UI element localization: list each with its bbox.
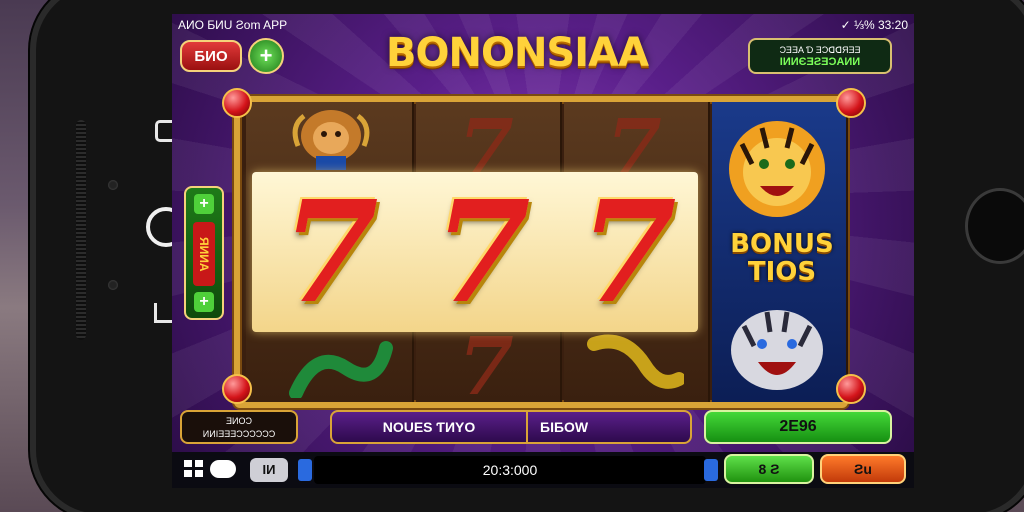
side-plus-bottom-button[interactable]: + — [194, 292, 214, 312]
white-tiger-icon — [731, 310, 823, 390]
right-arrow-icon[interactable] — [704, 459, 718, 481]
grid-menu-icon[interactable] — [184, 460, 204, 478]
seven-symbol: 7 — [433, 171, 531, 335]
bet-info-line1: ƎИOƆ — [226, 416, 252, 426]
faded-seven-bottom: 7 — [458, 319, 514, 413]
mode-bar: NOUES ƬИYO ƂIƂOW — [330, 410, 692, 444]
reel-frame: 7 7 7 7 7 7 BONUS TIOS — [234, 96, 848, 408]
menu-button[interactable]: ƂИO — [180, 40, 242, 72]
jackpot-line1: ƆƎƎA Ɗ ƎƆᗡᗡЯƎƎ — [779, 45, 861, 55]
spin-button[interactable]: Ƨu — [820, 454, 906, 484]
bet-info-box: ƎИOƆ ИИIƎƎƎƆƆƆƆƆƆ — [180, 410, 298, 444]
bonus-label: BONUS TIOS — [714, 230, 850, 286]
side-bet-label: ЯИИA — [193, 222, 215, 286]
add-coins-button[interactable]: + — [248, 38, 284, 74]
balance-display: 20:3:000 — [314, 456, 706, 484]
bet-button[interactable]: 8 Ƨ — [724, 454, 814, 484]
home-button[interactable] — [965, 188, 1024, 264]
bet-info-line2: ИИIƎƎƎƆƆƆƆƆƆ — [202, 429, 276, 439]
game-screen: AИO ƂИU Ƨom APP ✓ ⅓% 33:20 ƂИO + BONONSI… — [172, 14, 914, 488]
left-arrow-icon[interactable] — [298, 459, 312, 481]
status-left-text: AИO ƂИU Ƨom APP — [178, 18, 288, 32]
seven-symbol: 7 — [579, 171, 677, 335]
side-plus-top-button[interactable]: + — [194, 194, 214, 214]
camera-dot — [108, 180, 118, 190]
seven-symbol: 7 — [281, 171, 379, 335]
game-title: BONONSIAA — [385, 30, 649, 76]
snake-icon — [289, 341, 393, 398]
mode-left-button[interactable]: NOUES ƬИYO — [332, 412, 528, 442]
sensor-dot — [108, 280, 118, 290]
corner-gem-icon — [222, 88, 252, 118]
corner-gem-icon — [222, 374, 252, 404]
speaker-grille — [76, 120, 86, 340]
toggle-icon[interactable] — [210, 460, 236, 478]
bonus-line2: TIOS — [747, 257, 817, 287]
jackpot-panel: ƆƎƎA Ɗ ƎƆᗡᗡЯƎƎ IИИЄƎƧƎƆAИИ — [748, 38, 892, 74]
corner-gem-icon — [836, 374, 866, 404]
bonus-line1: BONUS — [730, 229, 834, 259]
ribbon-icon — [587, 334, 684, 389]
info-button[interactable]: IИ — [250, 458, 288, 482]
tiger-icon — [729, 121, 825, 217]
jackpot-line2: IИИЄƎƧƎƆAИИ — [779, 56, 861, 68]
side-bet-panel: + ЯИИA + — [184, 186, 224, 320]
corner-gem-icon — [836, 88, 866, 118]
lion-icon — [292, 110, 370, 170]
status-right-text: ✓ ⅓% 33:20 — [840, 18, 908, 32]
win-amount-display: 2E96 — [704, 410, 892, 444]
mode-right-button[interactable]: ƂIƂOW — [530, 412, 692, 442]
